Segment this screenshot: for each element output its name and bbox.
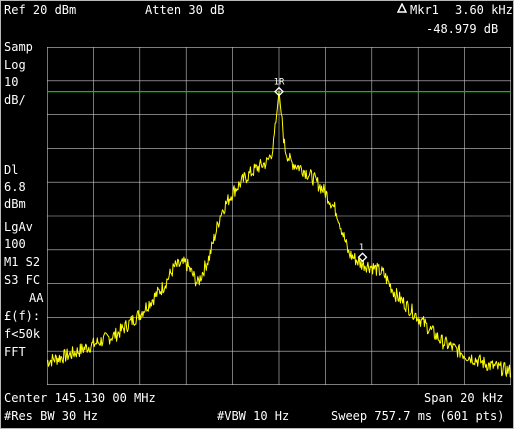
ref-level-readout: Ref 20 dBm [4, 3, 77, 17]
average-type-label: LgAv [4, 220, 33, 234]
spectrum-display: 1R 1 [47, 47, 511, 385]
marker-label: Mkr1 [410, 3, 439, 17]
trace-status-line-2: S3 FC [4, 273, 41, 287]
trace-status-line-1: M1 S2 [4, 255, 41, 269]
frequency-condition-label: f<50k [4, 327, 41, 341]
res-bw-readout: #Res BW 30 Hz [4, 409, 98, 423]
correction-label: £(f): [4, 309, 41, 323]
spectrum-plot: 1R 1 [47, 47, 511, 385]
detector-mode-label: Samp [4, 40, 33, 54]
marker-frequency-readout: 3.60 kHz [455, 3, 513, 17]
scale-type-label: Log [4, 58, 26, 72]
span-readout: Span 20 kHz [424, 391, 504, 405]
vbw-readout: #VBW 10 Hz [217, 409, 290, 423]
attenuation-readout: Atten 30 dB [145, 3, 225, 17]
display-line-unit: dBm [4, 197, 26, 211]
trace-status-line-3: AA [29, 291, 44, 305]
sweep-readout: Sweep 757.7 ms (601 pts) [331, 409, 505, 423]
ref-marker-label: 1R [274, 78, 285, 88]
center-frequency-readout: Center 145.130 00 MHz [4, 391, 156, 405]
display-line-label: Dl [4, 163, 19, 177]
average-count-label: 100 [4, 237, 26, 251]
delta-marker-icon [396, 2, 408, 16]
marker-value-readout: -48.979 dB [426, 22, 499, 36]
fft-mode-label: FFT [4, 345, 26, 359]
scale-value-label: 10 [4, 75, 19, 89]
scale-unit-label: dB/ [4, 93, 26, 107]
display-line-value: 6.8 [4, 180, 26, 194]
delta-marker-label: 1 [359, 243, 364, 253]
